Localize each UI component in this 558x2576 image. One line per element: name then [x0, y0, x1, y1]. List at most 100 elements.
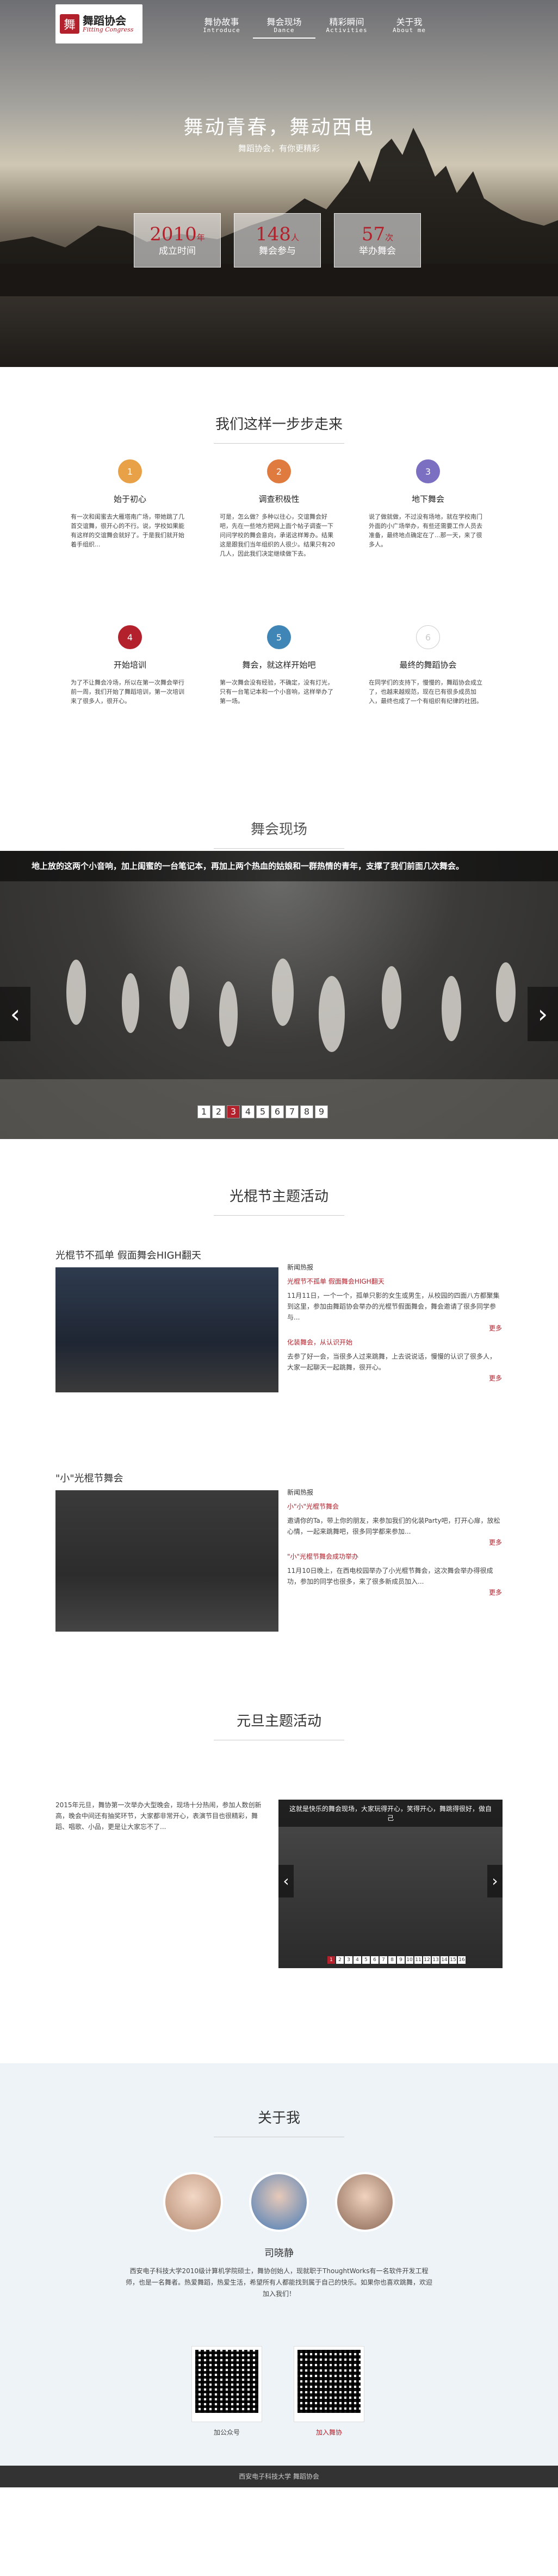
about-section: 关于我 司晓静 西安电子科技大学2010级计算机学院硕士，舞协创始人，现就职于T… [0, 2063, 558, 2487]
hero-stats: 2010年 成立时间 148人 舞会参与 57次 举办舞会 [134, 213, 421, 267]
pager-button[interactable]: 8 [388, 1956, 396, 1964]
about-bio: 西安电子科技大学2010级计算机学院硕士，舞协创始人，现就职于ThoughtWo… [125, 2267, 432, 2298]
news-link[interactable]: 化装舞会，从认识开始 [287, 1337, 502, 1348]
slider-caption: 地上放的这两个小音响，加上闺蜜的一台笔记本，再加上两个热血的姑娘和一群热情的青年… [0, 851, 558, 881]
step-5: 5 舞会，就这样开始吧 第一次舞会没有经验，不确定，没有灯光，只有一台笔记本和一… [220, 625, 338, 706]
article-2-head[interactable]: "小"光棍节舞会 [55, 1471, 278, 1485]
newyear-title: 元旦主题活动 [236, 1713, 321, 1729]
logo-en: Fitting Congress [83, 26, 134, 33]
pager-button[interactable]: 6 [371, 1956, 379, 1964]
newyear-prev-button[interactable]: ‹ [278, 1865, 294, 1897]
pager-button[interactable]: 15 [449, 1956, 457, 1964]
pager-button[interactable]: 9 [315, 1105, 328, 1118]
pager-button[interactable]: 5 [256, 1105, 269, 1118]
newyear-caption: 这就是快乐的舞会现场，大家玩得开心，笑得开心，舞跳得很好，做自己 [278, 1800, 503, 1827]
divider [214, 848, 344, 849]
pager-button[interactable]: 1 [327, 1956, 335, 1964]
more-link[interactable]: 更多 [287, 1323, 502, 1334]
story-section: 我们这样一步步走来 1 始于初心 有一次和闺蜜去大雁塔南广场，带她跳了几首交谊舞… [0, 367, 558, 851]
slider-next-button[interactable]: › [528, 987, 558, 1041]
qr-code-wechat [191, 2346, 262, 2422]
step-4: 4 开始培训 为了不让舞会冷场，所以在第一次舞会举行前一周，我们开始了舞蹈培训，… [71, 625, 189, 706]
live-photo-slider[interactable]: 地上放的这两个小音响，加上闺蜜的一台笔记本，再加上两个热血的姑娘和一群热情的青年… [0, 851, 558, 1139]
site-logo[interactable]: 舞 舞蹈协会 Fitting Congress [55, 4, 142, 43]
pager-button[interactable]: 2 [336, 1956, 344, 1964]
step-number: 1 [118, 459, 142, 483]
newyear-pager: 1 2 3 4 5 6 7 8 9 10 11 12 13 14 15 16 [327, 1956, 466, 1964]
qr-icon [297, 2350, 361, 2413]
hero-banner: 舞动青春，舞动西电 舞蹈协会，有你更精彩 2010年 成立时间 148人 舞会参… [0, 0, 558, 367]
news-link[interactable]: 光棍节不孤单 假面舞会HIGH翻天 [287, 1276, 502, 1287]
qr-label-2: 加入舞协 [315, 2429, 342, 2436]
menu-item-activities[interactable]: 精彩瞬间 Activities [315, 17, 378, 39]
step-2: 2 调查积极性 可是，怎么做？多种以往心，交谊舞会好吧，先在一些地方把网上面个帖… [220, 459, 338, 558]
slider-prev-button[interactable]: ‹ [0, 987, 30, 1041]
menu-item-dance[interactable]: 舞会现场 Dance [253, 17, 315, 39]
logo-icon: 舞 [60, 14, 79, 34]
step-6: 6 最终的舞蹈协会 在同学们的支持下，慢慢的，舞蹈协会成立了，也越来越规范，现在… [369, 625, 487, 706]
logo-cn: 舞蹈协会 [83, 14, 126, 27]
pager-button[interactable]: 13 [432, 1956, 439, 1964]
step-number: 6 [416, 625, 440, 649]
avatar [249, 2172, 309, 2232]
pager-button[interactable]: 14 [441, 1956, 448, 1964]
pager-button[interactable]: 3 [345, 1956, 352, 1964]
pager-button[interactable]: 4 [354, 1956, 361, 1964]
singles-day-section: 光棍节主题活动 光棍节不孤单 假面舞会HIGH翻天 新闻热报 光棍节不孤单 假面… [0, 1139, 558, 1688]
qr-code-join [294, 2346, 364, 2422]
qr-label-1: 加公众号 [213, 2429, 240, 2436]
pager-button[interactable]: 7 [286, 1105, 299, 1118]
more-link[interactable]: 更多 [287, 1537, 502, 1548]
main-menu: 舞协故事 Introduce 舞会现场 Dance 精彩瞬间 Activitie… [190, 17, 441, 39]
menu-item-about[interactable]: 关于我 About me [378, 17, 441, 39]
pager-button[interactable]: 8 [300, 1105, 313, 1118]
about-title: 关于我 [257, 2110, 300, 2126]
step-number: 5 [267, 625, 291, 649]
article-1-head[interactable]: 光棍节不孤单 假面舞会HIGH翻天 [55, 1248, 278, 1262]
pager-button[interactable]: 7 [380, 1956, 387, 1964]
pager-button[interactable]: 16 [458, 1956, 466, 1964]
newyear-slider[interactable]: 这就是快乐的舞会现场，大家玩得开心，笑得开心，舞跳得很好，做自己 ‹ › 123… [278, 1800, 503, 1968]
hero-title: 舞动青春，舞动西电 [183, 116, 375, 139]
slider-pager: 123456789 [197, 1105, 328, 1118]
stat-founded: 2010年 成立时间 [134, 213, 221, 267]
step-number: 3 [416, 459, 440, 483]
pager-button[interactable]: 4 [241, 1105, 255, 1118]
step-3: 3 地下舞会 说了做就做，不过没有场地，就在学校南门外面的小广场举办，有些还需要… [369, 459, 487, 549]
newyear-next-button[interactable]: › [487, 1865, 503, 1897]
pager-button[interactable]: 1 [197, 1105, 210, 1118]
stat-dances: 57次 举办舞会 [334, 213, 421, 267]
more-link[interactable]: 更多 [287, 1587, 502, 1598]
article-2-news: 新闻热报 小"小"光棍节舞会 邀请你的Ta，带上你的朋友，来参加我们的化装Par… [287, 1487, 502, 1598]
dance-photo [0, 959, 558, 1139]
live-title: 舞会现场 [250, 822, 307, 838]
news-link[interactable]: "小"光棍节舞会成功举办 [287, 1551, 502, 1562]
menu-item-introduce[interactable]: 舞协故事 Introduce [190, 17, 253, 39]
footer: 西安电子科技大学 舞蹈协会 [0, 2466, 558, 2487]
pager-button[interactable]: 9 [397, 1956, 405, 1964]
newyear-section: 元旦主题活动 2015年元旦，舞协第一次举办大型晚会，现场十分热闹，参加人数创新… [0, 1688, 558, 2063]
pager-button[interactable]: 10 [406, 1956, 413, 1964]
article-2-photo[interactable] [55, 1490, 278, 1632]
divider [214, 1215, 344, 1216]
pager-button[interactable]: 5 [362, 1956, 370, 1964]
pager-button[interactable]: 6 [271, 1105, 284, 1118]
pager-button[interactable]: 12 [423, 1956, 431, 1964]
step-number: 2 [267, 459, 291, 483]
article-1-photo[interactable] [55, 1267, 278, 1392]
top-nav: 舞 舞蹈协会 Fitting Congress 舞协故事 Introduce 舞… [0, 0, 558, 49]
more-link[interactable]: 更多 [287, 1373, 502, 1384]
article-2: "小"光棍节舞会 [55, 1471, 278, 1632]
pager-button[interactable]: 11 [414, 1956, 422, 1964]
article-1-news: 新闻热报 光棍节不孤单 假面舞会HIGH翻天 11月11日，一个一个，孤单只影的… [287, 1262, 502, 1384]
article-1: 光棍节不孤单 假面舞会HIGH翻天 [55, 1248, 278, 1392]
step-number: 4 [118, 625, 142, 649]
divider [214, 443, 344, 444]
newyear-body: 2015年元旦，舞协第一次举办大型晚会，现场十分热闹，参加人数创新高，晚会中间还… [55, 1801, 262, 1831]
news-link[interactable]: 小"小"光棍节舞会 [287, 1501, 502, 1512]
avatar [163, 2172, 223, 2232]
pager-button[interactable]: 3 [227, 1105, 240, 1118]
hero-subtitle: 舞蹈协会，有你更精彩 [238, 144, 320, 153]
stat-participants: 148人 舞会参与 [234, 213, 321, 267]
pager-button[interactable]: 2 [212, 1105, 225, 1118]
